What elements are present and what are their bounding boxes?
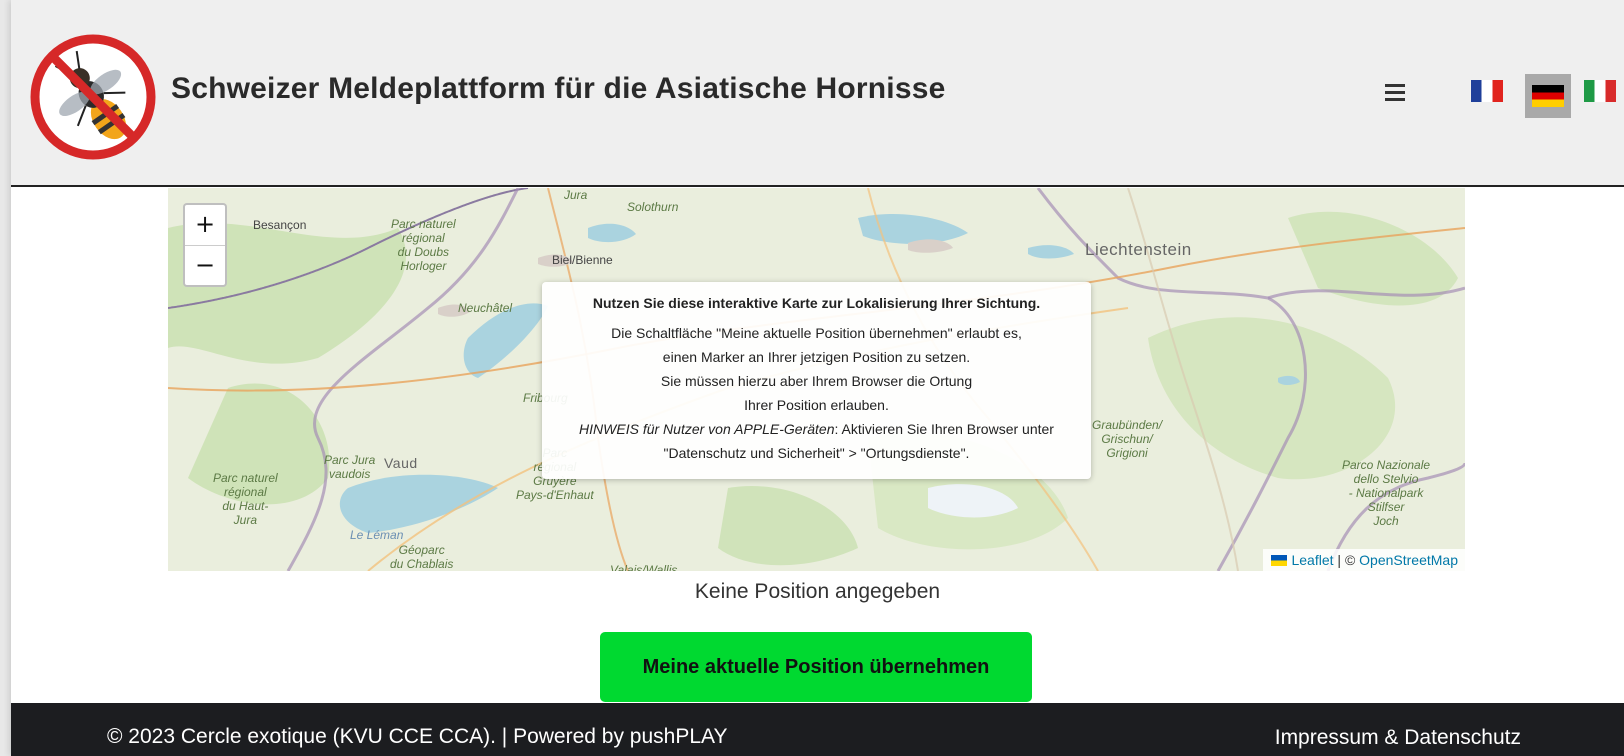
zoom-in-button[interactable]: +: [185, 205, 225, 246]
info-title: Nutzen Sie diese interaktive Karte zur L…: [592, 295, 1041, 311]
map-label-graubuenden: Graubünden/ Grischun/ Grigioni: [1092, 418, 1163, 460]
info-hint: HINWEIS für Nutzer von APPLE-Geräten: Ak…: [542, 417, 1091, 441]
attribution-separator: | ©: [1333, 552, 1360, 568]
position-status: Keine Position angegeben: [694, 580, 941, 603]
flag-germany-icon[interactable]: [1532, 85, 1564, 107]
info-line-6: "Datenschutz und Sicherheit" > "Ortungsd…: [663, 445, 970, 461]
use-current-position-button[interactable]: Meine aktuelle Position übernehmen: [600, 632, 1032, 702]
map-label-valais: Valais/Wallis: [610, 563, 678, 571]
map-label-doubs: Parc naturel régional du Doubs Horloger: [391, 217, 456, 273]
info-hint-label: HINWEIS für Nutzer von APPLE-Geräten: [579, 421, 835, 437]
ukraine-flag-icon: [1271, 555, 1288, 566]
map-label-vaud: Vaud: [384, 455, 418, 471]
page-frame: Schweizer Meldeplattform für die Asiatis…: [11, 0, 1624, 756]
map-label-leman: Le Léman: [350, 528, 404, 542]
site-header: Schweizer Meldeplattform für die Asiatis…: [11, 0, 1624, 187]
map-label-liechtenstein: Liechtenstein: [1085, 240, 1192, 259]
map-label-parc-jura-vaudois: Parc Jura vaudois: [324, 453, 376, 481]
hamburger-menu-icon[interactable]: [1383, 82, 1409, 104]
impressum-link[interactable]: Impressum & Datenschutz: [1275, 726, 1521, 750]
site-title: Schweizer Meldeplattform für die Asiatis…: [171, 72, 946, 105]
flag-france-icon[interactable]: [1471, 80, 1503, 102]
map-label-jura: Jura: [564, 188, 588, 202]
map-label-haut-jura: Parc naturel régional du Haut- Jura: [213, 471, 278, 527]
map-label-chablais: Géoparc du Chablais: [390, 543, 454, 571]
flag-italy-icon[interactable]: [1584, 80, 1616, 102]
leaflet-link[interactable]: Leaflet: [1291, 552, 1333, 568]
footer-copyright: © 2023 Cercle exotique (KVU CCE CCA). | …: [107, 725, 728, 748]
map-label-biel: Biel/Bienne: [552, 253, 613, 267]
info-line-3: Sie müssen hierzu aber Ihrem Browser die…: [660, 373, 973, 389]
map-label-solothurn: Solothurn: [627, 200, 679, 214]
site-footer: © 2023 Cercle exotique (KVU CCE CCA). | …: [11, 703, 1624, 756]
no-hornet-logo[interactable]: [28, 32, 158, 162]
map-label-stelvio: Parco Nazionale dello Stelvio - National…: [1342, 458, 1431, 528]
map-info-box: Nutzen Sie diese interaktive Karte zur L…: [542, 282, 1091, 479]
map-attribution: Leaflet | © OpenStreetMap: [1263, 549, 1465, 571]
openstreetmap-link[interactable]: OpenStreetMap: [1359, 552, 1458, 568]
language-de-active[interactable]: [1525, 74, 1571, 118]
info-hint-text: : Aktivieren Sie Ihren Browser unter: [834, 421, 1054, 437]
map-label-neuchatel: Neuchâtel: [458, 301, 513, 315]
map-label-besancon: Besançon: [253, 218, 307, 232]
zoom-out-button[interactable]: −: [185, 246, 225, 286]
info-line-2: einen Marker an Ihrer jetzigen Position …: [662, 349, 971, 365]
zoom-control: + −: [183, 203, 227, 287]
interactive-map[interactable]: Besançon Jura Solothurn Biel/Bienne Parc…: [168, 188, 1465, 571]
info-line-1: Die Schaltfläche "Meine aktuelle Positio…: [611, 325, 1022, 341]
info-line-4: Ihrer Position erlauben.: [744, 397, 889, 413]
